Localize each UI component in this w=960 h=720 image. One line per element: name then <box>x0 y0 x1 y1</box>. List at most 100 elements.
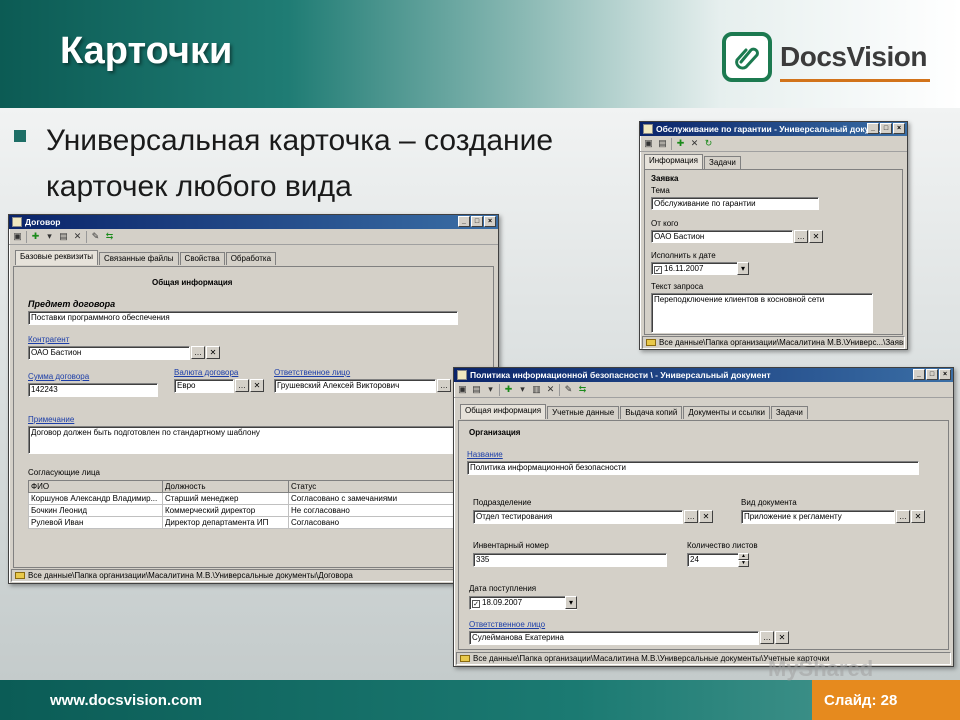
division-field[interactable]: Отдел тестирования <box>473 510 683 524</box>
sign-icon[interactable]: ✎ <box>563 384 574 395</box>
watermark: MyShared <box>768 656 874 681</box>
dropdown-arrow-icon[interactable]: ▾ <box>517 384 528 395</box>
close-button[interactable]: × <box>939 369 951 380</box>
tab-general-info[interactable]: Общая информация <box>460 404 547 419</box>
tab-linked-files[interactable]: Связанные файлы <box>98 252 179 265</box>
add-icon[interactable]: ✚ <box>30 231 41 242</box>
save-icon[interactable]: ▣ <box>12 231 23 242</box>
add-icon[interactable]: ✚ <box>503 384 514 395</box>
window-warranty[interactable]: Обслуживание по гарантии - Универсальный… <box>639 121 908 350</box>
dropdown-arrow-icon[interactable]: ▾ <box>485 384 496 395</box>
footer-url[interactable]: www.docsvision.com <box>50 692 202 709</box>
tab-properties[interactable]: Свойства <box>179 252 225 265</box>
status-path: Все данные\Папка организации\Масалитина … <box>28 571 353 580</box>
tab-account-data[interactable]: Учетные данные <box>547 406 620 419</box>
maximize-button[interactable]: □ <box>880 123 892 134</box>
tab-copies[interactable]: Выдача копий <box>620 406 683 419</box>
theme-field[interactable]: Обслуживание по гарантии <box>651 197 819 210</box>
from-field[interactable]: ОАО Бастион <box>651 230 793 243</box>
print-icon[interactable]: ▤ <box>471 384 482 395</box>
checkbox-icon[interactable]: ✓ <box>472 600 480 608</box>
checkbox-icon[interactable]: ✓ <box>654 266 662 274</box>
browse-button[interactable]: … <box>684 510 698 523</box>
doctype-field[interactable]: Приложение к регламенту <box>741 510 895 524</box>
route-icon[interactable]: ⇆ <box>577 384 588 395</box>
maximize-button[interactable]: □ <box>471 216 483 227</box>
tab-processing[interactable]: Обработка <box>225 252 277 265</box>
counterparty-field[interactable]: ОАО Бастион <box>28 346 190 360</box>
window-policy[interactable]: Политика информационной безопасности \ -… <box>453 367 954 667</box>
browse-button[interactable]: … <box>235 379 249 392</box>
bullet-text: Универсальная карточка – создание карточ… <box>46 118 606 210</box>
window-contract[interactable]: Договор _ □ × ▣ ✚ ▾ ▤ ✕ ✎ ⇆ Базовые рекв… <box>8 214 499 584</box>
delete-icon[interactable]: ✕ <box>689 138 700 149</box>
window-titlebar[interactable]: Обслуживание по гарантии - Универсальный… <box>640 122 907 136</box>
tab-pane: Организация Название Политика информацио… <box>458 420 949 650</box>
tab-documents-links[interactable]: Документы и ссылки <box>683 406 770 419</box>
dropdown-arrow-icon[interactable]: ▾ <box>565 596 577 609</box>
column-header-position[interactable]: Должность <box>162 480 289 493</box>
table-row[interactable]: Коршунов Александр Владимир... Старший м… <box>28 492 454 505</box>
request-textarea[interactable]: Переподключение клиентов в косновной сет… <box>651 293 873 333</box>
browse-button[interactable]: … <box>794 230 808 243</box>
tab-tasks[interactable]: Задачи <box>703 156 741 169</box>
close-button[interactable]: × <box>893 123 905 134</box>
save-icon[interactable]: ▣ <box>457 384 468 395</box>
name-field[interactable]: Политика информационной безопасности <box>467 461 919 475</box>
tab-information[interactable]: Информация <box>644 154 703 169</box>
browse-button[interactable]: … <box>896 510 910 523</box>
column-header-name[interactable]: ФИО <box>28 480 163 493</box>
delete-icon[interactable]: ✕ <box>545 384 556 395</box>
add-icon[interactable]: ✚ <box>675 138 686 149</box>
note-textarea[interactable]: Договор должен быть подготовлен по станд… <box>28 426 458 454</box>
tab-base-attributes[interactable]: Базовые реквизиты <box>15 250 98 265</box>
folder-icon <box>15 572 25 579</box>
clear-button[interactable]: ✕ <box>809 230 823 243</box>
browse-button[interactable]: … <box>437 379 451 392</box>
maximize-button[interactable]: □ <box>926 369 938 380</box>
route-icon[interactable]: ⇆ <box>104 231 115 242</box>
clear-button[interactable]: ✕ <box>250 379 264 392</box>
refresh-icon[interactable]: ↻ <box>703 138 714 149</box>
browse-button[interactable]: … <box>191 346 205 359</box>
minimize-button[interactable]: _ <box>458 216 470 227</box>
table-row[interactable]: Бочкин Леонид Коммерческий директор Не с… <box>28 504 454 517</box>
minimize-button[interactable]: _ <box>867 123 879 134</box>
clear-button[interactable]: ✕ <box>699 510 713 523</box>
table-row[interactable]: Рулевой Иван Директор департамента ИП Со… <box>28 516 454 529</box>
browse-button[interactable]: … <box>760 631 774 644</box>
clear-button[interactable]: ✕ <box>911 510 925 523</box>
approvers-table: ФИО Должность Статус Коршунов Александр … <box>28 480 454 529</box>
dropdown-arrow-icon[interactable]: ▾ <box>44 231 55 242</box>
subject-field[interactable]: Поставки программного обеспечения <box>28 311 458 325</box>
currency-field[interactable]: Евро <box>174 379 234 393</box>
amount-field[interactable]: 142243 <box>28 383 158 397</box>
delete-icon[interactable]: ✕ <box>72 231 83 242</box>
responsible-field[interactable]: Сулейманова Екатерина <box>469 631 759 645</box>
from-label: От кого <box>651 219 679 228</box>
copy-icon[interactable]: ▥ <box>531 384 542 395</box>
receipt-date-field[interactable]: ✓ 18.09.2007 <box>469 596 577 610</box>
paperclip-icon <box>722 32 772 82</box>
save-icon[interactable]: ▣ <box>643 138 654 149</box>
spin-up-icon[interactable]: ▲ <box>738 553 749 560</box>
due-date-field[interactable]: ✓ 16.11.2007 <box>651 262 749 275</box>
column-header-status[interactable]: Статус <box>288 480 454 493</box>
inventory-field[interactable]: 335 <box>473 553 667 567</box>
window-title: Договор <box>25 217 61 227</box>
sign-icon[interactable]: ✎ <box>90 231 101 242</box>
responsible-field[interactable]: Грушевский Алексей Викторович <box>274 379 436 393</box>
dropdown-arrow-icon[interactable]: ▾ <box>737 262 749 275</box>
tab-tasks[interactable]: Задачи <box>770 406 808 419</box>
spin-down-icon[interactable]: ▼ <box>738 560 749 567</box>
clear-button[interactable]: ✕ <box>206 346 220 359</box>
minimize-button[interactable]: _ <box>913 369 925 380</box>
clear-button[interactable]: ✕ <box>775 631 789 644</box>
window-titlebar[interactable]: Политика информационной безопасности \ -… <box>454 368 953 382</box>
window-titlebar[interactable]: Договор _ □ × <box>9 215 498 229</box>
print-icon[interactable]: ▤ <box>58 231 69 242</box>
subject-label: Предмет договора <box>28 299 116 309</box>
window-toolbar: ▣ ▤ ▾ ✚ ▾ ▥ ✕ ✎ ⇆ <box>454 382 953 398</box>
print-icon[interactable]: ▤ <box>657 138 668 149</box>
close-button[interactable]: × <box>484 216 496 227</box>
